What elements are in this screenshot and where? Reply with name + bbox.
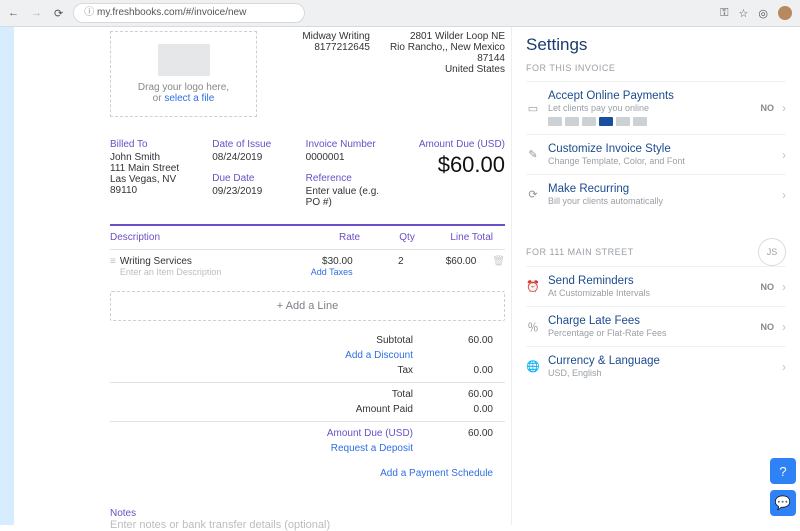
date-issue-field[interactable]: 08/24/2019 (212, 152, 291, 163)
request-deposit-link[interactable]: Request a Deposit (110, 443, 443, 454)
star-icon[interactable]: ☆ (739, 7, 749, 20)
subtotal-value: 60.00 (443, 335, 505, 346)
reload-icon[interactable]: ⟳ (54, 7, 63, 20)
trash-icon[interactable]: 🗑 (492, 256, 505, 267)
invoice-number-label: Invoice Number (306, 139, 385, 150)
line-item[interactable]: ≡ Writing Services Enter an Item Descrip… (110, 250, 505, 283)
company-postal: 87144 (390, 53, 505, 64)
invoice-number-field[interactable]: 0000001 (306, 152, 385, 163)
section-this-invoice: FOR THIS INVOICE (526, 63, 786, 73)
notes-field[interactable]: Enter notes or bank transfer details (op… (110, 519, 505, 531)
recurring-icon: ⟳ (526, 188, 540, 202)
settings-title: Settings (526, 35, 786, 55)
line-rate[interactable]: $30.00 (280, 256, 353, 267)
add-taxes-link[interactable]: Add Taxes (280, 267, 353, 277)
add-line-button[interactable]: + Add a Line (110, 291, 505, 321)
image-placeholder-icon (158, 44, 210, 76)
section-client: FOR 111 MAIN STREET (526, 247, 634, 257)
line-desc-placeholder[interactable]: Enter an Item Description (120, 267, 280, 277)
forward-icon[interactable]: → (31, 7, 42, 20)
percent-icon: ％ (526, 320, 540, 334)
company-phone: 8177212645 (263, 42, 370, 53)
chat-fab[interactable]: 💬 (770, 490, 796, 516)
add-payment-schedule-link[interactable]: Add a Payment Schedule (110, 468, 505, 479)
back-icon[interactable]: ← (8, 7, 19, 20)
tax-label: Tax (110, 365, 443, 376)
globe-icon: 🌐 (526, 360, 540, 374)
company-addr2: Rio Rancho,, New Mexico (390, 42, 505, 53)
clock-icon: ⏰ (526, 280, 540, 294)
profile-avatar[interactable] (778, 6, 792, 20)
amount-due-value: $60.00 (399, 152, 505, 178)
add-discount-link[interactable]: Add a Discount (110, 350, 443, 361)
due-date-label: Due Date (212, 173, 291, 184)
row-late-fees[interactable]: ％ Charge Late Fees Percentage or Flat-Ra… (526, 306, 786, 346)
line-desc[interactable]: Writing Services (120, 256, 280, 267)
chevron-right-icon: › (782, 360, 786, 374)
late-state: NO (761, 322, 775, 332)
payment-logos (548, 117, 753, 126)
accept-state: NO (761, 103, 775, 113)
row-make-recurring[interactable]: ⟳ Make Recurring Bill your clients autom… (526, 174, 786, 214)
settings-sidebar: Settings FOR THIS INVOICE ▭ Accept Onlin… (511, 27, 800, 525)
paid-label: Amount Paid (110, 404, 443, 415)
row-accept-payments[interactable]: ▭ Accept Online Payments Let clients pay… (526, 81, 786, 134)
url-bar[interactable]: ⓘ my.freshbooks.com/#/invoice/new (73, 3, 305, 23)
key-icon[interactable]: ⚿ (720, 7, 728, 20)
subtotal-label: Subtotal (110, 335, 443, 346)
help-fab[interactable]: ? (770, 458, 796, 484)
total-label: Total (110, 389, 443, 400)
amount-due-total-value: 60.00 (443, 428, 505, 439)
dropzone-text: Drag your logo here, (138, 82, 229, 93)
row-customize-style[interactable]: ✎ Customize Invoice Style Change Templat… (526, 134, 786, 174)
reference-label: Reference (306, 173, 385, 184)
amount-due-total-label: Amount Due (USD) (110, 428, 443, 439)
extension-icon[interactable]: ◎ (758, 7, 768, 20)
date-issue-label: Date of Issue (212, 139, 291, 150)
paid-value: 0.00 (443, 404, 505, 415)
client-avatar[interactable]: JS (758, 238, 786, 266)
invoice-editor: Drag your logo here, or select a file Mi… (104, 27, 511, 525)
line-total: $60.00 (404, 256, 489, 267)
select-file-link[interactable]: select a file (164, 93, 214, 104)
chevron-right-icon: › (782, 148, 786, 162)
billed-to-label: Billed To (110, 139, 198, 150)
tax-value: 0.00 (443, 365, 505, 376)
row-send-reminders[interactable]: ⏰ Send Reminders At Customizable Interva… (526, 266, 786, 306)
remind-state: NO (761, 282, 775, 292)
line-qty[interactable]: 2 (353, 256, 404, 267)
browser-chrome: ← → ⟳ ⓘ my.freshbooks.com/#/invoice/new … (0, 0, 800, 27)
reference-field[interactable]: Enter value (e.g. PO #) (306, 186, 385, 208)
logo-dropzone[interactable]: Drag your logo here, or select a file (110, 31, 257, 117)
col-description: Description (110, 232, 282, 243)
due-date-field[interactable]: 09/23/2019 (212, 186, 291, 197)
company-name: Midway Writing (263, 31, 370, 42)
notes-label: Notes (110, 508, 136, 519)
card-icon: ▭ (526, 101, 540, 115)
row-currency-language[interactable]: 🌐 Currency & Language USD, English › (526, 346, 786, 386)
palette-icon: ✎ (526, 148, 540, 162)
col-qty: Qty (360, 232, 415, 243)
col-line-total: Line Total (415, 232, 505, 243)
col-rate: Rate (282, 232, 360, 243)
company-country: United States (390, 64, 505, 75)
chevron-right-icon: › (782, 320, 786, 334)
left-nav-rail (0, 27, 14, 525)
company-addr1: 2801 Wilder Loop NE (390, 31, 505, 42)
amount-due-label: Amount Due (USD) (399, 139, 505, 150)
client-name[interactable]: John Smith (110, 152, 198, 163)
chevron-right-icon: › (782, 101, 786, 115)
drag-handle-icon[interactable]: ≡ (110, 256, 116, 267)
chevron-right-icon: › (782, 280, 786, 294)
total-value: 60.00 (443, 389, 505, 400)
chevron-right-icon: › (782, 188, 786, 202)
